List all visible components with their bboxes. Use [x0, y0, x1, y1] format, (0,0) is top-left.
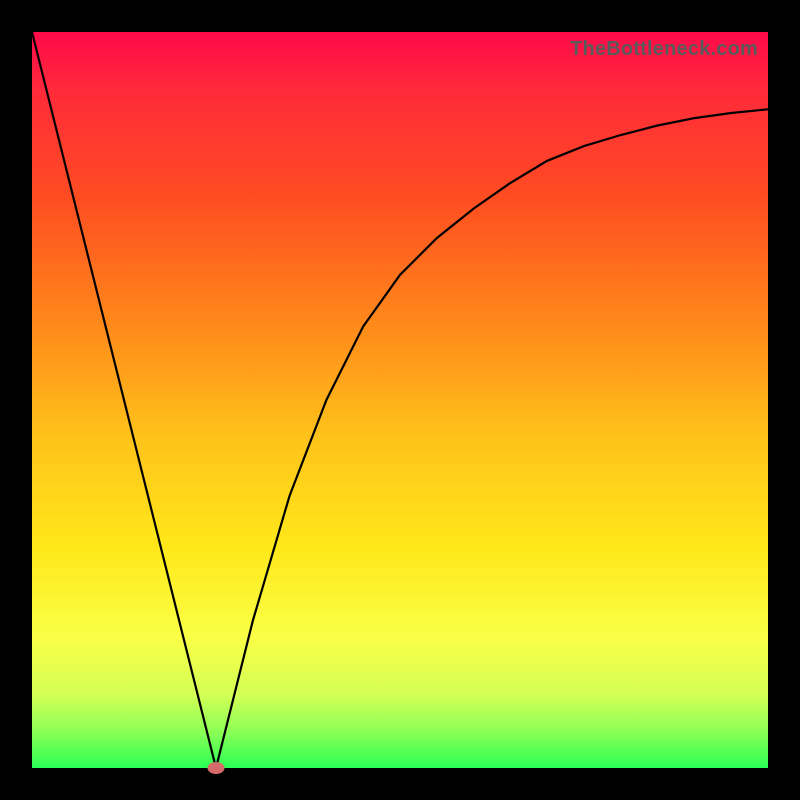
curve-path: [32, 32, 768, 768]
vertex-marker: [208, 762, 225, 774]
watermark-text: TheBottleneck.com: [570, 38, 758, 61]
bottleneck-curve: [32, 32, 768, 768]
chart-frame: TheBottleneck.com: [0, 0, 800, 800]
plot-area: TheBottleneck.com: [32, 32, 768, 768]
